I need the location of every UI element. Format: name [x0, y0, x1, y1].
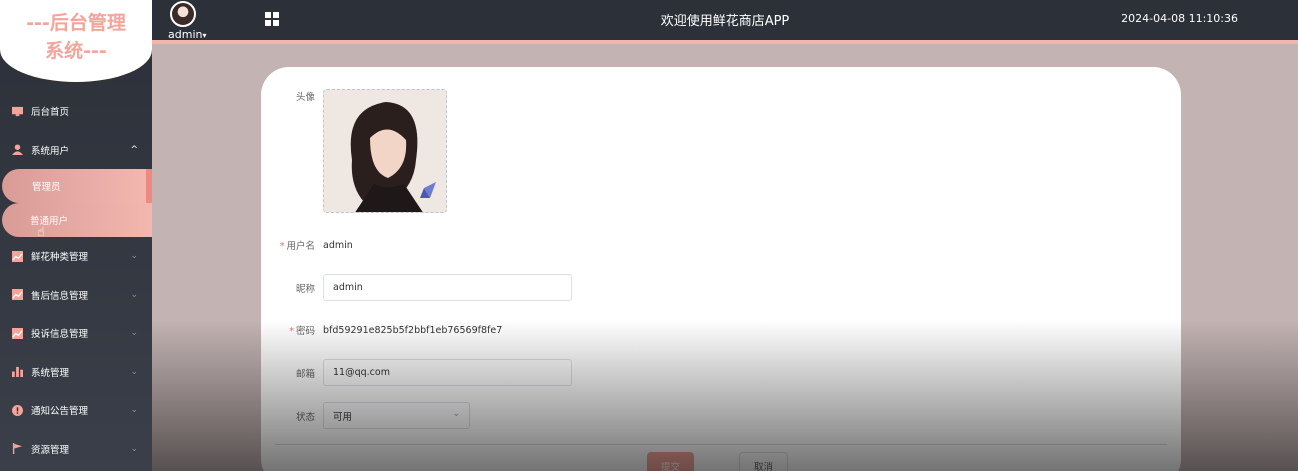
required-mark: *: [279, 241, 285, 252]
sidebar-item-label: 资源管理: [31, 444, 70, 456]
user-icon: [12, 144, 23, 156]
sidebar-item-resources[interactable]: 资源管理 ⌄: [0, 430, 152, 469]
sidebar-item-system-users[interactable]: 系统用户 ^: [0, 131, 152, 170]
sidebar-item-notices[interactable]: 通知公告管理 ⌄: [0, 391, 152, 430]
hand-cursor-icon: ☝: [37, 225, 45, 240]
status-select[interactable]: 可用 ⌄: [323, 402, 470, 429]
chart-icon: [12, 289, 23, 301]
sidebar-subitem-label: 管理员: [32, 182, 61, 193]
form-divider: [275, 444, 1167, 445]
chart-icon: [12, 250, 23, 262]
logo-line-1: ---后台管理: [26, 12, 126, 34]
sidebar-item-label: 售后信息管理: [31, 290, 89, 302]
avatar-row: 头像: [261, 89, 447, 213]
sidebar-item-home[interactable]: 后台首页: [0, 92, 152, 131]
sidebar-item-complaints[interactable]: 投诉信息管理 ⌄: [0, 314, 152, 353]
username-label: admin: [168, 28, 203, 41]
sidebar-item-label: 投诉信息管理: [31, 329, 89, 341]
password-label-text: 密码: [295, 326, 315, 337]
chevron-down-icon: ⌄: [130, 328, 138, 339]
avatar-image[interactable]: [323, 89, 447, 213]
sidebar-item-system-management[interactable]: 系统管理 ⌄: [0, 353, 152, 392]
user-menu[interactable]: admin▾: [168, 28, 206, 41]
logo: ---后台管理 系统---: [0, 0, 152, 84]
monitor-icon: [12, 106, 23, 116]
avatar-portrait-icon: [324, 90, 446, 212]
chevron-down-icon: ⌄: [130, 366, 138, 377]
chevron-down-icon: ▾: [202, 31, 207, 40]
chevron-down-icon: ⌄: [452, 409, 460, 419]
sidebar-item-after-sales[interactable]: 售后信息管理 ⌄: [0, 276, 152, 315]
sidebar-item-label: 系统管理: [31, 367, 70, 379]
email-label: 邮箱: [295, 368, 315, 380]
sidebar-item-label: 鲜花种类管理: [31, 252, 89, 264]
status-selected-value: 可用: [333, 411, 353, 423]
sidebar-subitem-admin[interactable]: 管理员: [2, 169, 152, 203]
cancel-button[interactable]: 取消: [739, 452, 788, 471]
status-row: 状态 可用 ⌄: [261, 402, 470, 429]
chevron-down-icon: ⌄: [130, 443, 138, 454]
username-row: * 用户名 admin: [261, 238, 353, 253]
username-value: admin: [323, 239, 353, 251]
nickname-label: 昵称: [295, 283, 315, 295]
logo-line-2: 系统---: [45, 40, 107, 62]
sidebar-item-label: 系统用户: [31, 145, 70, 157]
chevron-down-icon: ⌄: [130, 251, 138, 262]
email-input[interactable]: 11@qq.com: [323, 359, 572, 386]
sidebar-item-label: 后台首页: [31, 107, 70, 119]
password-row: * 密码 bfd59291e825b5f2bbf1eb76569f8fe7: [261, 323, 503, 338]
password-value: bfd59291e825b5f2bbf1eb76569f8fe7: [323, 324, 503, 336]
chart-icon: [12, 327, 23, 339]
profile-form-card: 头像 * 用户名 admin 昵称 admin * 密码 bfd59291e825b…: [261, 67, 1181, 471]
info-icon: [12, 404, 23, 416]
chevron-down-icon: ⌄: [130, 405, 138, 416]
sidebar-subitem-label: 普通用户: [30, 216, 69, 227]
sidebar-item-flower-types[interactable]: 鲜花种类管理 ⌄: [0, 237, 152, 276]
datetime-display: 2024-04-08 11:10:36: [1121, 12, 1238, 25]
sidebar-subitem-normal-user[interactable]: 普通用户: [2, 203, 152, 237]
email-row: 邮箱 11@qq.com: [261, 359, 572, 386]
top-bar: admin▾ 欢迎使用鲜花商店APP 2024-04-08 11:10:36: [152, 0, 1298, 44]
sidebar: ---后台管理 系统--- 后台首页 系统用户 ^ 管理员 普通用户 鲜花种类管…: [0, 0, 152, 471]
bar-chart-icon: [12, 367, 23, 378]
required-mark: *: [289, 326, 294, 337]
submit-button[interactable]: 提交: [647, 452, 694, 471]
flag-icon: [12, 443, 23, 455]
sidebar-menu: 后台首页 系统用户 ^ 管理员 普通用户 鲜花种类管理 ⌄ 售后信息管理 ⌄ 投…: [0, 92, 152, 468]
password-field-label: * 密码: [261, 323, 323, 337]
chevron-down-icon: ⌄: [130, 289, 138, 300]
status-label: 状态: [295, 411, 315, 423]
username-field-label: * 用户名: [261, 238, 323, 252]
username-label-text: 用户名: [286, 241, 315, 252]
nickname-row: 昵称 admin: [261, 274, 572, 301]
avatar-label: 头像: [295, 92, 315, 103]
chevron-up-icon: ^: [130, 144, 138, 155]
nickname-input[interactable]: admin: [323, 274, 572, 301]
sidebar-item-label: 通知公告管理: [31, 406, 89, 418]
